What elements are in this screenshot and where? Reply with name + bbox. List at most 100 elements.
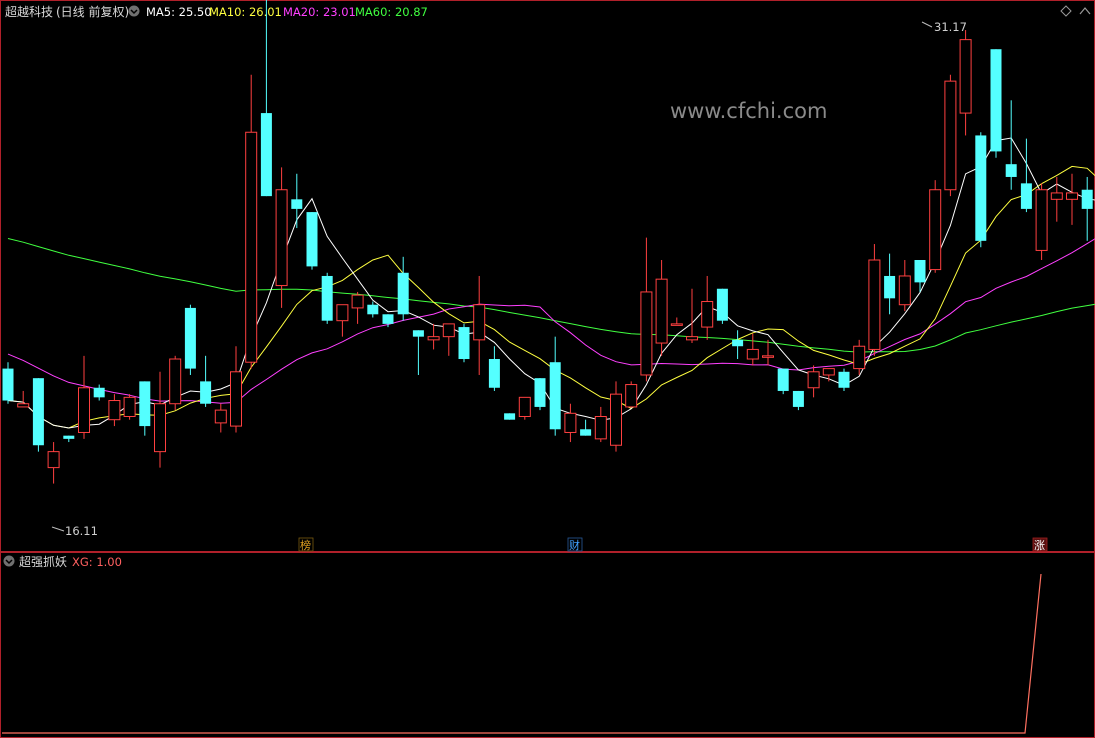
candlestick[interactable] bbox=[655, 260, 668, 356]
candlestick[interactable] bbox=[580, 419, 592, 436]
candlestick[interactable] bbox=[78, 355, 90, 439]
candlestick[interactable] bbox=[306, 212, 318, 270]
candle-body bbox=[655, 278, 668, 344]
candlestick[interactable] bbox=[686, 288, 698, 344]
candlestick[interactable] bbox=[1066, 173, 1078, 225]
candlestick[interactable] bbox=[640, 237, 653, 382]
candlestick[interactable] bbox=[868, 244, 881, 356]
candlestick[interactable] bbox=[504, 413, 516, 420]
candlestick[interactable] bbox=[367, 301, 379, 318]
candlestick[interactable] bbox=[458, 323, 470, 363]
event-tag-cai[interactable]: 财 bbox=[567, 537, 583, 552]
candlestick[interactable] bbox=[260, 0, 272, 197]
candlestick[interactable] bbox=[32, 378, 44, 452]
candlestick[interactable] bbox=[610, 381, 622, 452]
candle-body bbox=[367, 304, 379, 315]
candlestick[interactable] bbox=[397, 256, 409, 321]
candlestick[interactable] bbox=[701, 275, 714, 340]
candlestick[interactable] bbox=[807, 365, 820, 398]
candlestick[interactable] bbox=[914, 260, 926, 292]
candlestick[interactable] bbox=[245, 74, 258, 369]
candlestick[interactable] bbox=[746, 333, 759, 366]
candlestick[interactable] bbox=[139, 381, 151, 436]
candlestick[interactable] bbox=[762, 339, 774, 366]
candle-body bbox=[838, 371, 850, 388]
candlestick[interactable] bbox=[838, 368, 850, 391]
candlestick[interactable] bbox=[777, 368, 789, 395]
candle-body bbox=[868, 259, 881, 350]
candlestick[interactable] bbox=[929, 180, 942, 273]
candlestick[interactable] bbox=[214, 403, 227, 433]
indicator-menu-icon[interactable] bbox=[128, 5, 140, 17]
candle-body bbox=[640, 291, 653, 376]
candlestick[interactable] bbox=[549, 336, 561, 436]
candlestick[interactable] bbox=[1020, 138, 1032, 213]
candlestick[interactable] bbox=[488, 346, 500, 391]
candlestick[interactable] bbox=[2, 362, 14, 404]
candlestick[interactable] bbox=[959, 30, 972, 136]
candlestick[interactable] bbox=[518, 396, 531, 420]
candlestick[interactable] bbox=[412, 330, 424, 375]
candlestick[interactable] bbox=[275, 167, 288, 308]
candlestick[interactable] bbox=[944, 74, 957, 197]
candlestick[interactable] bbox=[594, 406, 607, 443]
candlestick[interactable] bbox=[898, 260, 911, 312]
candlestick[interactable] bbox=[442, 323, 455, 356]
candlestick[interactable] bbox=[200, 355, 212, 407]
candlestick[interactable] bbox=[427, 323, 440, 350]
candlestick[interactable] bbox=[351, 291, 364, 324]
candle-body bbox=[351, 294, 364, 309]
candle-body bbox=[594, 416, 607, 440]
candlestick[interactable] bbox=[123, 394, 136, 420]
candlestick[interactable] bbox=[732, 330, 744, 360]
period-label[interactable]: (日线 前复权) bbox=[56, 4, 129, 19]
candlestick[interactable] bbox=[716, 288, 728, 324]
candlestick[interactable] bbox=[321, 272, 333, 324]
candlestick[interactable] bbox=[169, 355, 182, 411]
sub-panel-menu-icon[interactable] bbox=[3, 555, 15, 567]
candle-body bbox=[442, 323, 455, 338]
candle-body bbox=[564, 412, 577, 433]
diamond-icon[interactable] bbox=[1060, 5, 1072, 17]
collapse-icon[interactable] bbox=[1079, 7, 1091, 15]
candlestick[interactable] bbox=[1050, 176, 1063, 222]
candle-body bbox=[382, 314, 394, 324]
candlestick[interactable] bbox=[108, 394, 121, 427]
stock-name[interactable]: 超越科技 bbox=[5, 4, 53, 19]
event-tag-zhang[interactable]: 涨 bbox=[1032, 537, 1048, 552]
candlestick[interactable] bbox=[17, 390, 30, 408]
stock-chart-window: 超越科技 (日线 前复权) MA5: 25.50 MA10: 26.01 MA2… bbox=[0, 0, 1095, 738]
candle-body bbox=[853, 345, 866, 370]
candlestick[interactable] bbox=[93, 384, 105, 401]
candle-body bbox=[990, 49, 1002, 152]
candlestick[interactable] bbox=[47, 442, 60, 484]
candle-body bbox=[93, 387, 105, 398]
candlestick[interactable] bbox=[564, 403, 577, 443]
candlestick[interactable] bbox=[336, 304, 349, 337]
candlestick[interactable] bbox=[291, 173, 303, 229]
candle-body bbox=[32, 378, 44, 446]
candle-body bbox=[17, 403, 30, 408]
candlestick[interactable] bbox=[534, 378, 546, 411]
candlestick[interactable] bbox=[792, 390, 804, 411]
high-price-marker: 31.17 bbox=[921, 20, 967, 34]
candlestick[interactable] bbox=[63, 435, 75, 443]
candlestick[interactable] bbox=[884, 253, 896, 315]
candle-body bbox=[732, 339, 744, 347]
candle-body bbox=[504, 413, 516, 420]
candlestick[interactable] bbox=[990, 49, 1002, 158]
candlestick[interactable] bbox=[1081, 176, 1093, 241]
candle-body bbox=[884, 275, 896, 299]
event-tag-bang[interactable]: 榜 bbox=[298, 537, 314, 552]
candlestick[interactable] bbox=[184, 304, 196, 375]
candlestick[interactable] bbox=[822, 368, 835, 382]
candlestick[interactable] bbox=[625, 381, 638, 408]
candlestick[interactable] bbox=[1035, 183, 1048, 261]
candle-body bbox=[200, 381, 212, 404]
candlestick[interactable] bbox=[473, 275, 486, 375]
candlestick[interactable] bbox=[230, 346, 242, 433]
candlestick[interactable] bbox=[975, 132, 987, 248]
sub-indicator-name[interactable]: 超强抓妖 bbox=[19, 554, 67, 569]
candlestick[interactable] bbox=[154, 371, 166, 468]
candlestick[interactable] bbox=[670, 317, 683, 326]
